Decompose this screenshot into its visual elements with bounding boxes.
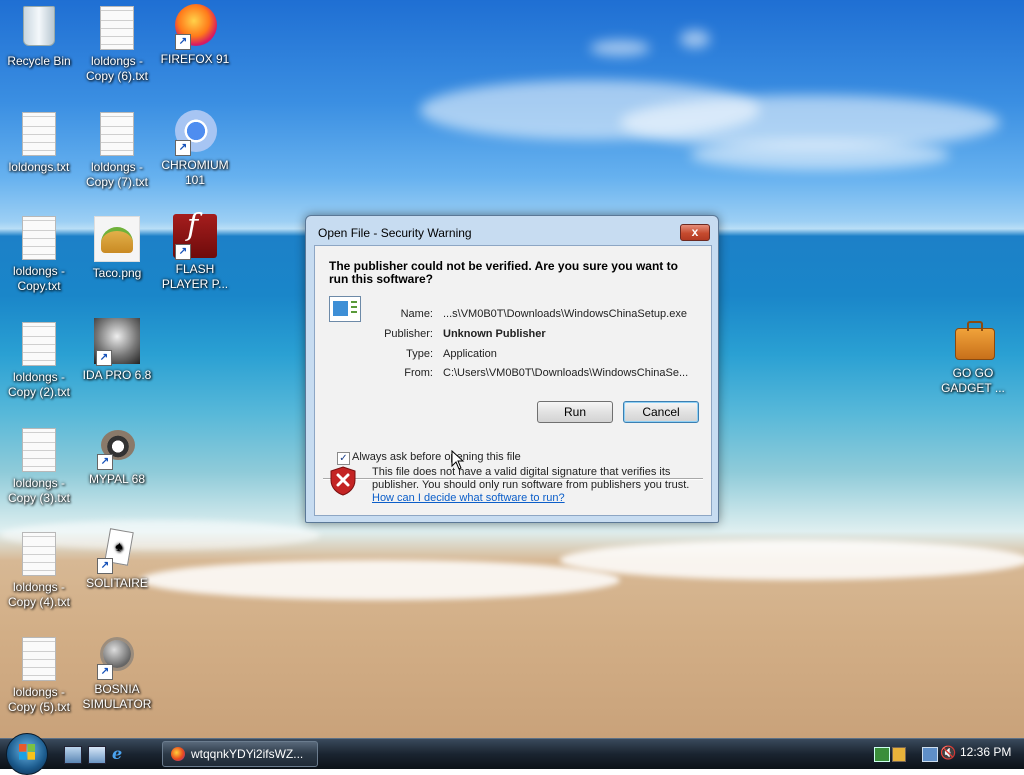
- shield-warning-icon: [330, 466, 356, 496]
- shortcut-arrow-icon: ↗: [175, 244, 191, 260]
- desktop-icon-recycle-bin[interactable]: Recycle Bin: [0, 4, 78, 69]
- firefox-icon: [171, 747, 185, 761]
- desktop-icon-label: loldongs - Copy (2).txt: [7, 370, 70, 399]
- desktop-icon-label: Taco.png: [92, 266, 142, 280]
- desktop-icon-label: MYPAL 68: [88, 472, 146, 486]
- show-desktop-icon[interactable]: [64, 746, 82, 764]
- publisher-value: Unknown Publisher: [443, 328, 546, 340]
- desktop-icon-firefox[interactable]: ↗ FIREFOX 91: [156, 4, 234, 67]
- text-file-icon: [22, 637, 56, 681]
- security-tray-icon[interactable]: [892, 747, 906, 762]
- desktop-icon-loldongs[interactable]: loldongs.txt: [0, 112, 78, 175]
- desktop-icon-loldongs-copy-7[interactable]: loldongs - Copy (7).txt: [78, 112, 156, 190]
- text-file-icon: [100, 112, 134, 156]
- briefcase-icon: [951, 318, 995, 362]
- chromium-icon: ↗: [173, 110, 217, 156]
- always-ask-checkbox[interactable]: ✓: [337, 452, 350, 465]
- always-ask-label[interactable]: Always ask before opening this file: [352, 451, 521, 463]
- desktop-icon-loldongs-copy-4[interactable]: loldongs - Copy (4).txt: [0, 532, 78, 610]
- desktop-icon-loldongs-copy-6[interactable]: loldongs - Copy (6).txt: [78, 6, 156, 84]
- shortcut-arrow-icon: ↗: [97, 558, 113, 574]
- taskbar-window-label: wtqqnkYDYi2ifsWZ...: [191, 747, 304, 761]
- desktop-icon-loldongs-copy-5[interactable]: loldongs - Copy (5).txt: [0, 637, 78, 715]
- desktop-icon-loldongs-copy[interactable]: loldongs - Copy.txt: [0, 216, 78, 294]
- spiky-mine-icon: ↗: [95, 634, 139, 680]
- publisher-label: Publisher:: [384, 328, 433, 340]
- from-value: C:\Users\VM0B0T\Downloads\WindowsChinaSe…: [443, 367, 689, 379]
- desktop-icon-solitaire[interactable]: ♠ ↗ SOLITAIRE: [78, 528, 156, 591]
- desktop-icon-ida-pro[interactable]: ↗ IDA PRO 6.8: [78, 318, 156, 383]
- desktop-icon-label: SOLITAIRE: [86, 576, 148, 590]
- text-file-icon: [22, 428, 56, 472]
- desktop-icon-label: loldongs - Copy (7).txt: [85, 160, 148, 189]
- volume-muted-icon[interactable]: 🔇: [940, 745, 956, 761]
- recycle-bin-icon: [17, 6, 61, 50]
- shortcut-arrow-icon: ↗: [97, 664, 113, 680]
- desktop-icon-label: loldongs - Copy.txt: [12, 264, 66, 293]
- help-link[interactable]: How can I decide what software to run?: [372, 492, 565, 504]
- text-file-icon: [22, 112, 56, 156]
- desktop-icon-label: GO GO GADGET ...: [941, 366, 1005, 395]
- publisher-warning-question: The publisher could not be verified. Are…: [329, 259, 678, 286]
- run-button[interactable]: Run: [537, 401, 613, 423]
- start-button[interactable]: [6, 733, 48, 775]
- cancel-button[interactable]: Cancel: [623, 401, 699, 423]
- desktop-icon-loldongs-copy-2[interactable]: loldongs - Copy (2).txt: [0, 322, 78, 400]
- mouse-cursor-icon: [451, 450, 465, 470]
- text-file-icon: [22, 532, 56, 576]
- desktop-icon-label: FIREFOX 91: [160, 52, 230, 66]
- firefox-icon: ↗: [173, 4, 217, 50]
- desktop-icon-taco[interactable]: Taco.png: [78, 216, 156, 281]
- shortcut-arrow-icon: ↗: [96, 350, 112, 366]
- switch-windows-icon[interactable]: [88, 746, 106, 764]
- text-file-icon: [22, 216, 56, 260]
- name-label: Name:: [400, 308, 433, 320]
- type-label: Type:: [406, 348, 433, 360]
- signature-warning-text: This file does not have a valid digital …: [372, 466, 690, 491]
- flash-player-icon: f ↗: [173, 211, 217, 260]
- network-tray-icon[interactable]: [922, 747, 938, 762]
- dialog-title: Open File - Security Warning: [318, 226, 472, 240]
- shortcut-arrow-icon: ↗: [97, 454, 113, 470]
- close-button[interactable]: x: [680, 224, 710, 241]
- desktop-icon-mypal[interactable]: ↗ MYPAL 68: [78, 424, 156, 487]
- desktop-icon-go-go-gadget[interactable]: GO GO GADGET ...: [934, 318, 1012, 396]
- shortcut-arrow-icon: ↗: [175, 34, 191, 50]
- from-label: From:: [404, 367, 433, 379]
- windows-logo-icon: [19, 744, 35, 760]
- desktop-icon-loldongs-copy-3[interactable]: loldongs - Copy (3).txt: [0, 428, 78, 506]
- desktop-icon-label: FLASH PLAYER P...: [161, 262, 229, 291]
- raccoon-icon: ↗: [95, 424, 139, 470]
- desktop-icon-label: loldongs - Copy (3).txt: [7, 476, 70, 505]
- tray-app-icon[interactable]: [874, 747, 890, 762]
- name-value: ...s\VM0B0T\Downloads\WindowsChinaSetup.…: [443, 308, 687, 320]
- desktop-icon-chromium[interactable]: ↗ CHROMIUM 101: [156, 110, 234, 188]
- text-file-icon: [22, 322, 56, 366]
- taco-image-icon: [94, 216, 140, 262]
- desktop-icon-bosnia-simulator[interactable]: ↗ BOSNIA SIMULATOR: [78, 634, 156, 712]
- playing-cards-icon: ♠ ↗: [95, 528, 139, 574]
- security-warning-dialog: Open File - Security Warning x The publi…: [305, 215, 719, 523]
- desktop-icon-flash-player[interactable]: f ↗ FLASH PLAYER P...: [156, 211, 234, 292]
- type-value: Application: [443, 348, 497, 360]
- taskbar-window-button[interactable]: wtqqnkYDYi2ifsWZ...: [162, 741, 318, 767]
- desktop-icon-label: CHROMIUM 101: [161, 158, 229, 187]
- desktop-icon-label: loldongs.txt: [8, 160, 70, 174]
- desktop-icon-label: Recycle Bin: [7, 54, 71, 68]
- desktop-icon-label: loldongs - Copy (5).txt: [7, 685, 70, 714]
- desktop-icon-label: loldongs - Copy (6).txt: [85, 54, 148, 83]
- taskbar: e wtqqnkYDYi2ifsWZ... 🔇: [0, 733, 1024, 775]
- text-file-icon: [100, 6, 134, 50]
- desktop-icon-label: IDA PRO 6.8: [82, 368, 152, 382]
- desktop-icon-label: loldongs - Copy (4).txt: [7, 580, 70, 609]
- ida-pro-icon: ↗: [94, 318, 140, 366]
- clock[interactable]: 12:36 PM: [960, 745, 1011, 759]
- desktop-icon-label: BOSNIA SIMULATOR: [82, 682, 152, 711]
- shortcut-arrow-icon: ↗: [175, 140, 191, 156]
- internet-explorer-icon[interactable]: e: [112, 746, 128, 762]
